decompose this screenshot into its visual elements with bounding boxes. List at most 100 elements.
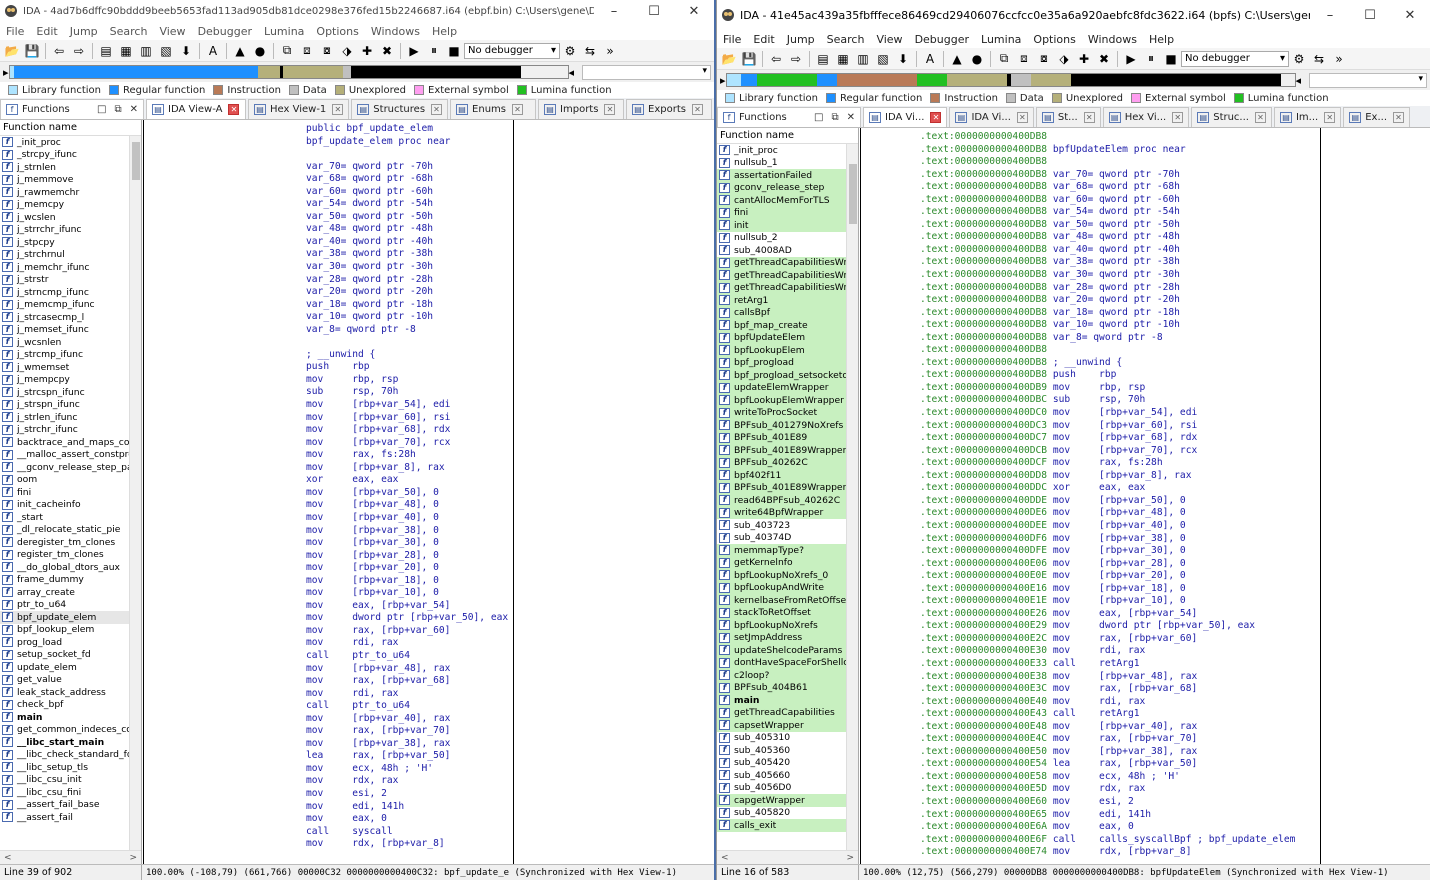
function-name-header[interactable]: Function name — [717, 128, 858, 144]
minimize-button[interactable]: – — [1310, 8, 1350, 23]
plugin5-icon[interactable]: ✚ — [358, 42, 376, 60]
tab-4[interactable]: ▤ Struc... ✕ — [1191, 107, 1272, 127]
function-row[interactable]: f j_strnlen — [0, 161, 129, 174]
tab-1[interactable]: ▤ Hex View-1 ✕ — [248, 99, 350, 119]
code-line[interactable]: ; __unwind { — [306, 349, 508, 362]
code-line[interactable]: mov rax, [rbp+var_60] — [306, 625, 508, 638]
function-row[interactable]: f sub_405360 — [717, 744, 846, 757]
function-row[interactable]: f memmapType? — [717, 544, 846, 557]
code-line[interactable]: mov rbp, rsp — [306, 374, 508, 387]
open-icon[interactable]: 📂 — [720, 50, 738, 68]
code-line[interactable]: var_20= qword ptr -20h — [306, 286, 508, 299]
function-row[interactable]: f j_strspn_ifunc — [0, 399, 129, 412]
plugin3-icon[interactable]: ⧇ — [318, 42, 336, 60]
code-line[interactable]: .text:0000000000400DB8 var_30= qword ptr… — [920, 269, 1295, 282]
plugin4-icon[interactable]: ⬗ — [1055, 50, 1073, 68]
menu-help[interactable]: Help — [432, 25, 457, 38]
struct-icon[interactable]: ▥ — [137, 42, 155, 60]
code-line[interactable]: .text:0000000000400DDC xor eax, eax — [920, 482, 1295, 495]
menu-view[interactable]: View — [876, 33, 902, 46]
function-row[interactable]: f main — [717, 694, 846, 707]
function-row[interactable]: f BPFsub_40262C — [717, 456, 846, 469]
code-line[interactable]: .text:0000000000400E74 mov rdx, [rbp+var… — [920, 846, 1295, 859]
minimize-button[interactable]: – — [594, 4, 634, 19]
segment-combo[interactable]: ▾ — [1309, 72, 1427, 88]
function-row[interactable]: f __assert_fail_base — [0, 799, 129, 812]
function-row[interactable]: f read64BPFsub_40262C — [717, 494, 846, 507]
code-line[interactable]: .text:0000000000400DDE mov [rbp+var_50],… — [920, 495, 1295, 508]
function-row[interactable]: f check_bpf — [0, 699, 129, 712]
tab-2[interactable]: ▤ Structures ✕ — [351, 99, 449, 119]
code-line[interactable]: mov [rbp+var_28], 0 — [306, 550, 508, 563]
tab-close-icon[interactable]: ✕ — [604, 104, 616, 115]
code-line[interactable]: mov rax, fs:28h — [306, 449, 508, 462]
function-row[interactable]: f c2loop? — [717, 669, 846, 682]
code-line[interactable]: mov [rbp+var_54], edi — [306, 399, 508, 412]
tab-1[interactable]: ▤ IDA Vi... ✕ — [949, 107, 1034, 127]
function-row[interactable]: f BPFsub_401E89WrapperW — [717, 481, 846, 494]
function-row[interactable]: f retArg1 — [717, 294, 846, 307]
code-line[interactable]: .text:0000000000400E5D mov rdx, rax — [920, 783, 1295, 796]
function-row[interactable]: f nullsub_2 — [717, 232, 846, 245]
restore-icon[interactable]: ⧉ — [831, 112, 838, 123]
code-line[interactable]: mov rdi, rax — [306, 637, 508, 650]
menu-file[interactable]: File — [6, 25, 24, 38]
function-row[interactable]: f assertationFailed — [717, 169, 846, 182]
function-row[interactable]: f sub_405420 — [717, 757, 846, 770]
tab-0[interactable]: ▤ IDA Vi... ✕ — [863, 107, 948, 127]
code-line[interactable]: call ptr_to_u64 — [306, 650, 508, 663]
code-line[interactable]: mov ecx, 48h ; 'H' — [306, 763, 508, 776]
function-row[interactable]: f __assert_fail — [0, 811, 129, 824]
debugger-select[interactable]: No debugger ▾ — [1181, 50, 1289, 67]
plugin-icon[interactable]: ⧉ — [278, 42, 296, 60]
code-line[interactable]: mov [rbp+var_20], 0 — [306, 562, 508, 575]
code-line[interactable]: mov [rbp+var_70], rcx — [306, 437, 508, 450]
function-row[interactable]: f j_strlen_ifunc — [0, 411, 129, 424]
code-line[interactable]: var_68= qword ptr -68h — [306, 173, 508, 186]
forward-icon[interactable]: ⇨ — [787, 50, 805, 68]
code-line[interactable]: .text:0000000000400DB9 mov rbp, rsp — [920, 382, 1295, 395]
tab-close-icon[interactable]: ✕ — [228, 104, 240, 115]
code-line[interactable]: .text:0000000000400DB8 — [920, 131, 1295, 144]
function-row[interactable]: f getThreadCapabilities — [717, 706, 846, 719]
stop-icon[interactable]: ■ — [1162, 50, 1180, 68]
functions-hscroll[interactable]: < > — [717, 850, 858, 864]
function-row[interactable]: f __do_global_dtors_aux — [0, 561, 129, 574]
code-line[interactable]: mov rax, [rbp+var_68] — [306, 675, 508, 688]
tab-close-icon[interactable]: ✕ — [691, 104, 703, 115]
function-row[interactable]: f frame_dummy — [0, 574, 129, 587]
menu-jump[interactable]: Jump — [70, 25, 98, 38]
function-row[interactable]: f gconv_release_step — [717, 181, 846, 194]
code-line[interactable]: mov [rbp+var_48], rax — [306, 663, 508, 676]
code-line[interactable]: .text:0000000000400DEE mov [rbp+var_40],… — [920, 520, 1295, 533]
tab-close-icon[interactable]: ✕ — [1016, 112, 1028, 123]
code-line[interactable]: .text:0000000000400DD8 mov [rbp+var_8], … — [920, 470, 1295, 483]
code-line[interactable]: mov edi, 141h — [306, 801, 508, 814]
code-line[interactable]: mov dword ptr [rbp+var_50], eax — [306, 612, 508, 625]
function-row[interactable]: f j_rawmemchr — [0, 186, 129, 199]
code-line[interactable]: .text:0000000000400E2C mov rax, [rbp+var… — [920, 633, 1295, 646]
menu-options[interactable]: Options — [316, 25, 358, 38]
code-line[interactable]: public bpf_update_elem — [306, 123, 508, 136]
code-line[interactable]: mov esi, 2 — [306, 788, 508, 801]
tab-close-icon[interactable]: ✕ — [511, 104, 523, 115]
code-line[interactable]: .text:0000000000400DB8 var_54= dword ptr… — [920, 206, 1295, 219]
code-line[interactable]: .text:0000000000400DB8 var_8= qword ptr … — [920, 332, 1295, 345]
function-row[interactable]: f capsetWrapper — [717, 719, 846, 732]
back-icon[interactable]: ⇦ — [767, 50, 785, 68]
function-row[interactable]: f bpfLookupNoXrefs_0 — [717, 569, 846, 582]
code-line[interactable]: .text:0000000000400DB8 var_38= qword ptr… — [920, 256, 1295, 269]
code-line[interactable]: bpf_update_elem proc near — [306, 136, 508, 149]
code-line[interactable]: .text:0000000000400E16 mov [rbp+var_18],… — [920, 583, 1295, 596]
tab-3[interactable]: ▤ Enums ✕ — [450, 99, 537, 119]
debug-options-icon[interactable]: ⚙ — [1290, 50, 1308, 68]
code-line[interactable]: .text:0000000000400DB8 — [920, 156, 1295, 169]
tab-close-icon[interactable]: ✕ — [332, 104, 344, 115]
tab-3[interactable]: ▤ Hex Vi... ✕ — [1102, 107, 1190, 127]
debugger-select[interactable]: No debugger ▾ — [464, 42, 560, 59]
function-row[interactable]: f __libc_csu_fini — [0, 786, 129, 799]
function-row[interactable]: f j_strcspn_ifunc — [0, 386, 129, 399]
menu-debugger[interactable]: Debugger — [198, 25, 252, 38]
function-row[interactable]: f sub_4056D0 — [717, 782, 846, 795]
enum-icon[interactable]: ▧ — [874, 50, 892, 68]
